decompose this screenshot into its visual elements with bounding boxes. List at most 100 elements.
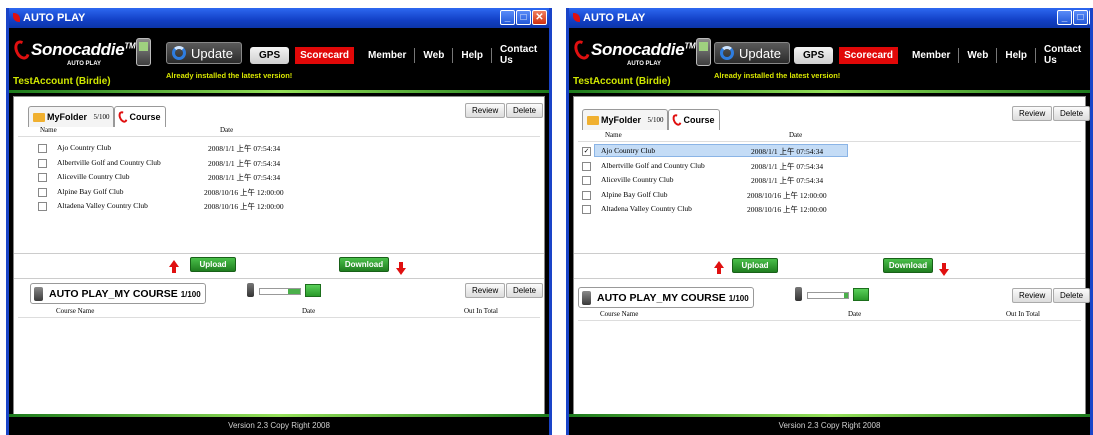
row-checkbox[interactable]: ✓ xyxy=(582,147,591,156)
device-list-header: Course Name Date Out In Total xyxy=(578,309,1081,321)
upload-arrow-icon xyxy=(714,261,724,274)
row-checkbox[interactable] xyxy=(38,158,47,168)
phone-icon xyxy=(247,283,254,297)
course-row[interactable]: Altadena Valley Country Club 2008/10/16 上… xyxy=(580,202,880,217)
course-row[interactable]: Altadena Valley Country Club 2008/10/16 上… xyxy=(36,199,336,214)
folder-tabs: MyFolder 5/100 Course xyxy=(582,109,720,130)
row-checkbox[interactable] xyxy=(582,176,591,185)
course-row[interactable]: Aliceville Country Club 2008/1/1 上午 07:54… xyxy=(580,173,880,188)
nav-web[interactable]: Web xyxy=(959,47,998,63)
download-button[interactable]: Download xyxy=(339,257,389,272)
nav-help[interactable]: Help xyxy=(453,47,493,63)
footer: Version 2.3 Copy Right 2008 xyxy=(569,417,1090,435)
column-course-name[interactable]: Course Name xyxy=(600,310,638,318)
nav-gps[interactable]: GPS xyxy=(250,46,290,64)
nav-help[interactable]: Help xyxy=(997,47,1037,63)
phone-icon xyxy=(795,287,802,301)
brand-subtitle: AUTO PLAY xyxy=(627,61,662,67)
brand-logo: SonocaddieTM xyxy=(11,37,136,63)
nav-member[interactable]: Member xyxy=(360,47,416,63)
column-out-in-total[interactable]: Out In Total xyxy=(464,307,498,315)
nav-contact[interactable]: Contact Us xyxy=(492,42,549,68)
update-button[interactable]: Update xyxy=(714,42,790,64)
title-bar[interactable]: AUTO PLAY _ □ ✕ xyxy=(569,8,1090,28)
row-checkbox[interactable] xyxy=(582,205,591,214)
tab-device-courses[interactable]: AUTO PLAY_MY COURSE 1/100 xyxy=(578,287,754,308)
delete-button[interactable]: Delete xyxy=(506,103,544,118)
content-panel: MyFolder 5/100 Course Review Delete Name… xyxy=(573,96,1090,416)
review-button[interactable]: Review xyxy=(465,103,506,118)
device-review-button[interactable]: Review xyxy=(465,283,506,298)
column-name[interactable]: Name xyxy=(40,126,57,134)
nav-contact[interactable]: Contact Us xyxy=(1036,42,1090,68)
device-list-header: Course Name Date Out In Total xyxy=(18,306,540,318)
maximize-icon[interactable]: □ xyxy=(516,10,531,25)
upload-button[interactable]: Upload xyxy=(190,257,236,272)
folder-tabs: MyFolder 5/100 Course xyxy=(28,106,166,127)
transfer-bar: Upload Download xyxy=(574,253,1085,279)
row-checkbox[interactable] xyxy=(582,161,591,171)
download-button[interactable]: Download xyxy=(883,258,933,273)
tab-course[interactable]: Course xyxy=(668,109,720,130)
update-button[interactable]: Update xyxy=(166,42,242,64)
minimize-icon[interactable]: _ xyxy=(1057,10,1072,25)
tab-myfolder[interactable]: MyFolder 5/100 xyxy=(582,109,669,130)
nav-scorecard[interactable]: Scorecard xyxy=(839,46,899,64)
close-icon[interactable]: ✕ xyxy=(532,10,547,25)
row-checkbox[interactable] xyxy=(582,190,591,200)
app-window-right: AUTO PLAY _ □ ✕ SonocaddieTM AUTO PLAY U… xyxy=(566,8,1093,435)
course-icon xyxy=(671,112,684,128)
device-review-button[interactable]: Review xyxy=(1012,288,1053,303)
app-icon xyxy=(13,13,20,22)
nav-web[interactable]: Web xyxy=(415,47,454,63)
device-delete-button[interactable]: Delete xyxy=(1053,288,1090,303)
tab-course[interactable]: Course xyxy=(114,106,166,127)
window-controls: _ □ ✕ xyxy=(500,10,547,25)
row-checkbox[interactable] xyxy=(38,173,47,182)
column-date[interactable]: Date xyxy=(789,131,802,139)
column-date[interactable]: Date xyxy=(220,126,233,134)
course-row[interactable]: Ajo Country Club 2008/1/1 上午 07:54:34 xyxy=(36,141,336,156)
column-out-in-total[interactable]: Out In Total xyxy=(1006,310,1040,318)
course-row[interactable]: Aliceville Country Club 2008/1/1 上午 07:54… xyxy=(36,170,336,185)
folder-icon xyxy=(587,115,599,125)
upload-button[interactable]: Upload xyxy=(732,258,778,273)
column-course-name[interactable]: Course Name xyxy=(56,307,94,315)
title-bar[interactable]: AUTO PLAY _ □ ✕ xyxy=(9,8,549,28)
window-title: AUTO PLAY xyxy=(583,12,646,24)
maximize-icon[interactable]: □ xyxy=(1073,10,1088,25)
column-date[interactable]: Date xyxy=(848,310,861,318)
main-nav: GPS Scorecard Member Web Help Contact Us xyxy=(794,42,1090,68)
review-button[interactable]: Review xyxy=(1012,106,1053,121)
nav-member[interactable]: Member xyxy=(904,47,960,63)
nav-gps[interactable]: GPS xyxy=(794,46,834,64)
close-icon[interactable]: ✕ xyxy=(1089,10,1090,25)
brand-logo: SonocaddieTM xyxy=(571,37,696,63)
device-section-bar: AUTO PLAY_MY COURSE 1/100 Review Delete xyxy=(14,278,544,308)
column-name[interactable]: Name xyxy=(605,131,622,139)
tab-device-courses[interactable]: AUTO PLAY_MY COURSE 1/100 xyxy=(30,283,206,304)
refresh-icon xyxy=(172,46,186,60)
course-row[interactable]: Alpine Bay Golf Club 2008/10/16 上午 12:00:… xyxy=(36,185,336,200)
course-row[interactable]: Alpine Bay Golf Club 2008/10/16 上午 12:00:… xyxy=(580,188,880,203)
column-date[interactable]: Date xyxy=(302,307,315,315)
device-delete-button[interactable]: Delete xyxy=(506,283,544,298)
course-row-selected[interactable]: ✓ Ajo Country Club 2008/1/1 上午 07:54:34 xyxy=(580,144,880,159)
gps-device-icon xyxy=(136,38,151,66)
nav-scorecard[interactable]: Scorecard xyxy=(295,46,355,64)
content-panel: MyFolder 5/100 Course Review Delete Name… xyxy=(13,96,545,416)
minimize-icon[interactable]: _ xyxy=(500,10,515,25)
row-checkbox[interactable] xyxy=(38,144,47,153)
course-row[interactable]: Albertville Golf and Country Club 2008/1/… xyxy=(580,159,880,174)
device-icon xyxy=(582,291,591,305)
row-checkbox[interactable] xyxy=(38,187,47,197)
course-list-header: Name Date xyxy=(18,125,540,137)
row-checkbox[interactable] xyxy=(38,202,47,211)
tab-myfolder[interactable]: MyFolder 5/100 xyxy=(28,106,115,127)
update-status: Already installed the latest version! xyxy=(166,71,293,80)
delete-button[interactable]: Delete xyxy=(1053,106,1090,121)
refresh-icon xyxy=(720,46,734,60)
course-row[interactable]: Albertville Golf and Country Club 2008/1/… xyxy=(36,156,336,171)
sync-progress-fill xyxy=(844,293,848,298)
device-section-bar: AUTO PLAY_MY COURSE 1/100 Review Delete xyxy=(574,282,1090,312)
